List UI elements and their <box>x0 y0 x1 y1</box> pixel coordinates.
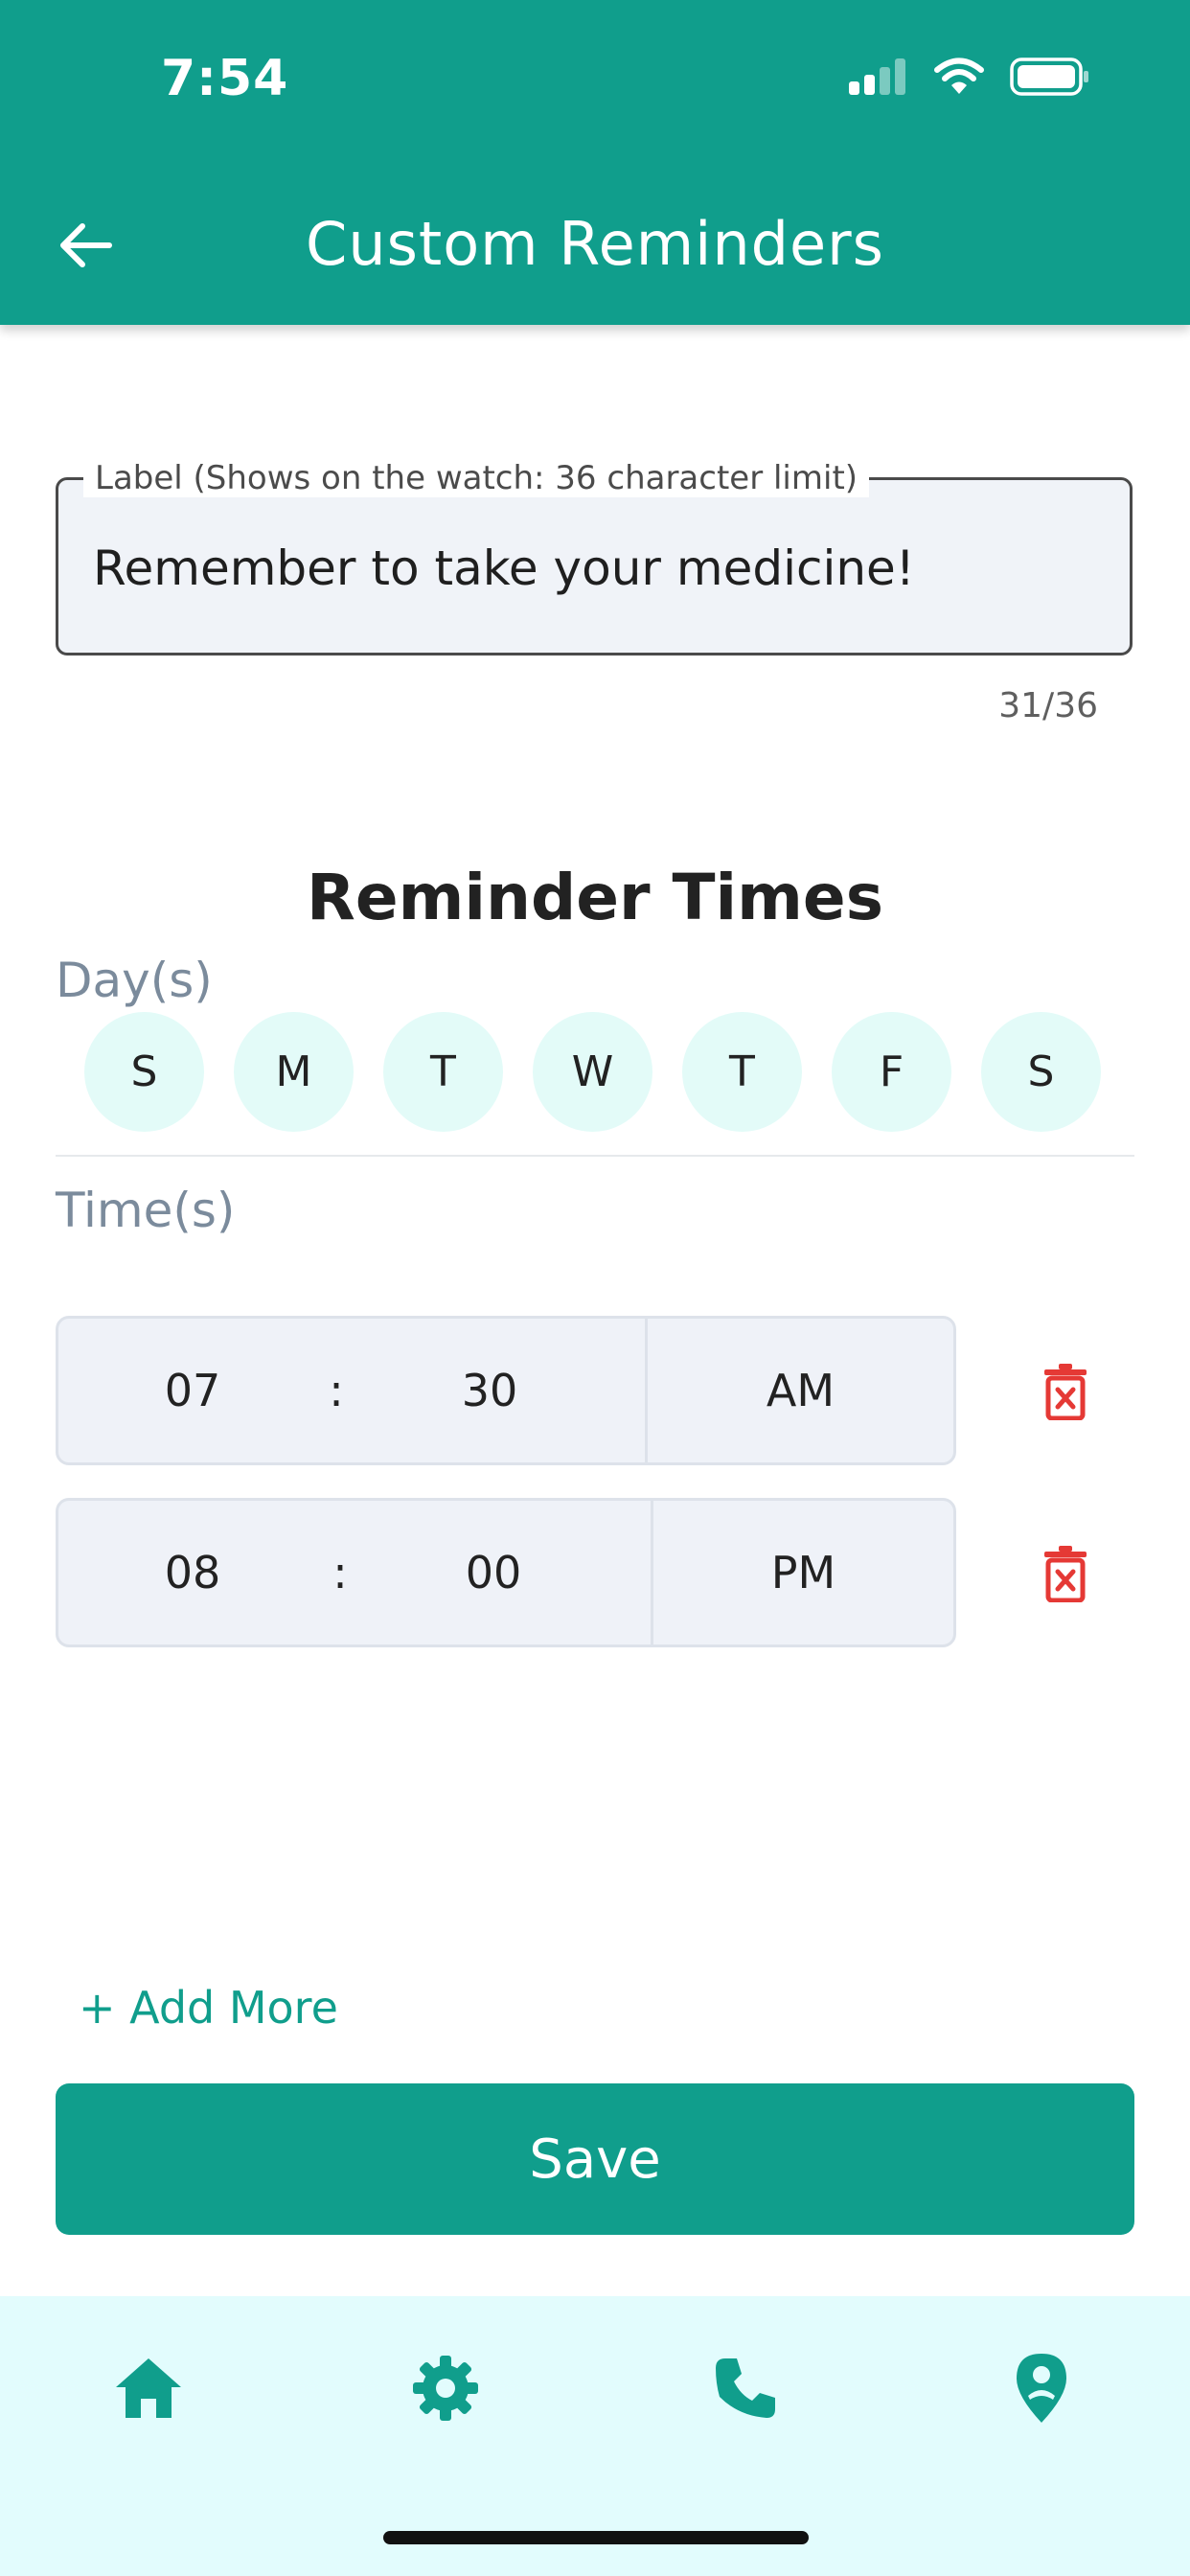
day-toggle-saturday[interactable]: S <box>981 1012 1101 1132</box>
times-label: Time(s) <box>56 1183 236 1238</box>
day-toggle-monday[interactable]: M <box>234 1012 354 1132</box>
nav-phone[interactable] <box>707 2350 784 2426</box>
app-header: 7:54 Custom Reminders <box>0 0 1190 325</box>
location-icon <box>1017 2354 1066 2423</box>
delete-time-button[interactable] <box>1035 1358 1096 1425</box>
period-value: PM <box>770 1547 836 1598</box>
home-indicator[interactable] <box>383 2531 809 2544</box>
day-toggle-wednesday[interactable]: W <box>533 1012 652 1132</box>
label-input[interactable] <box>93 530 1089 607</box>
phone-icon <box>716 2358 775 2418</box>
status-icons <box>849 58 1090 96</box>
nav-home[interactable] <box>110 2350 187 2426</box>
reminder-times-title: Reminder Times <box>307 861 883 934</box>
day-toggle-friday[interactable]: F <box>832 1012 951 1132</box>
period-value: AM <box>766 1365 835 1416</box>
days-label: Day(s) <box>56 953 213 1008</box>
save-button[interactable]: Save <box>56 2083 1134 2235</box>
battery-icon <box>1010 58 1088 96</box>
hour-value[interactable]: 07 <box>145 1319 240 1462</box>
settings-icon <box>413 2356 478 2421</box>
time-picker-row[interactable]: 07 : 30 AM <box>56 1316 956 1465</box>
day-toggle-sunday[interactable]: S <box>84 1012 204 1132</box>
hour-value[interactable]: 08 <box>145 1501 240 1644</box>
nav-settings[interactable] <box>407 2350 484 2426</box>
trash-icon <box>1044 1364 1087 1420</box>
time-colon: : <box>332 1547 348 1598</box>
day-toggle-thursday[interactable]: T <box>682 1012 802 1132</box>
time-picker-row[interactable]: 08 : 00 PM <box>56 1498 956 1647</box>
signal-icon <box>849 58 905 95</box>
label-field-legend: Label (Shows on the watch: 36 character … <box>83 459 870 497</box>
days-selector: S M T W T F S <box>84 1012 1101 1132</box>
divider <box>56 1155 1134 1157</box>
status-time: 7:54 <box>161 50 289 107</box>
minute-value[interactable]: 00 <box>446 1501 541 1644</box>
page-title: Custom Reminders <box>306 209 884 279</box>
minute-value[interactable]: 30 <box>442 1319 538 1462</box>
home-icon <box>116 2358 181 2418</box>
nav-location[interactable] <box>1003 2350 1080 2426</box>
day-toggle-tuesday[interactable]: T <box>383 1012 503 1132</box>
time-colon: : <box>329 1365 344 1416</box>
trash-icon <box>1044 1546 1087 1602</box>
character-counter: 31/36 <box>998 686 1098 725</box>
period-selector[interactable]: AM <box>648 1319 953 1462</box>
add-more-button[interactable]: + Add More <box>79 1982 338 2034</box>
label-field[interactable]: Label (Shows on the watch: 36 character … <box>56 459 1133 656</box>
delete-time-button[interactable] <box>1035 1540 1096 1607</box>
period-selector[interactable]: PM <box>653 1501 953 1644</box>
wifi-icon <box>934 58 984 94</box>
